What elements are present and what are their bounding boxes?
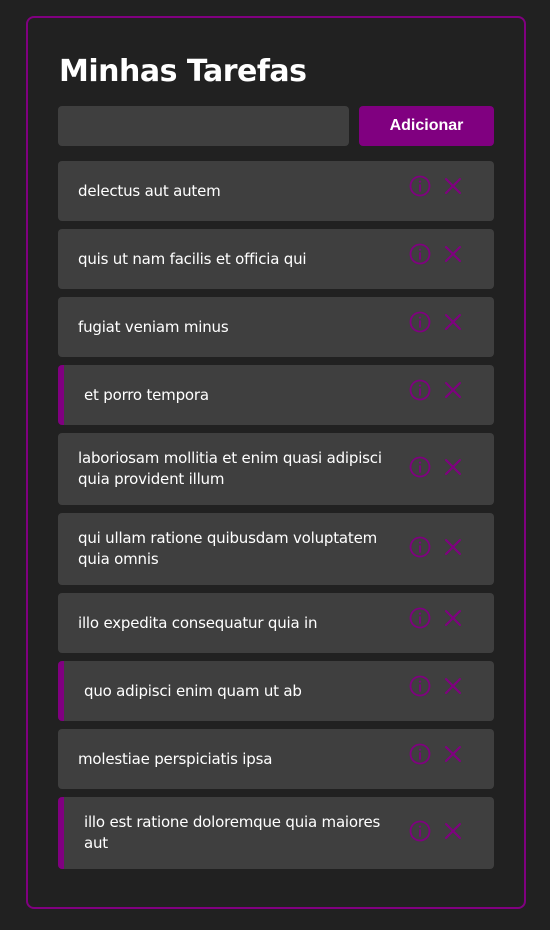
task-item[interactable]: qui ullam ratione quibusdam voluptatem q…: [58, 513, 494, 585]
task-actions: [408, 310, 466, 334]
close-icon[interactable]: [444, 177, 462, 195]
task-actions: [408, 674, 466, 698]
close-icon[interactable]: [444, 609, 462, 627]
task-list: delectus aut autem quis ut nam facilis e…: [58, 161, 494, 877]
page-title: Minhas Tarefas: [59, 54, 307, 89]
close-icon[interactable]: [444, 458, 462, 476]
add-task-form: Adicionar: [58, 106, 494, 146]
task-title: quo adipisci enim quam ut ab: [84, 681, 302, 700]
info-circle-icon[interactable]: [408, 606, 432, 630]
task-title: molestiae perspiciatis ipsa: [78, 749, 273, 768]
task-title: illo expedita consequatur quia in: [78, 613, 318, 632]
task-actions: [408, 606, 466, 630]
task-actions: [408, 742, 466, 766]
task-title: illo est ratione doloremque quia maiores…: [84, 813, 381, 852]
task-title: fugiat veniam minus: [78, 317, 229, 336]
task-item[interactable]: illo expedita consequatur quia in: [58, 593, 494, 653]
task-item-completed[interactable]: et porro tempora: [58, 365, 494, 425]
info-circle-icon[interactable]: [408, 310, 432, 334]
task-item[interactable]: laboriosam mollitia et enim quasi adipis…: [58, 433, 494, 505]
task-item[interactable]: delectus aut autem: [58, 161, 494, 221]
info-circle-icon[interactable]: [408, 742, 432, 766]
add-button[interactable]: Adicionar: [359, 106, 494, 146]
task-title: delectus aut autem: [78, 181, 221, 200]
close-icon[interactable]: [444, 313, 462, 331]
task-actions: [408, 455, 466, 479]
task-title: quis ut nam facilis et officia qui: [78, 249, 307, 268]
task-item[interactable]: fugiat veniam minus: [58, 297, 494, 357]
info-circle-icon[interactable]: [408, 378, 432, 402]
task-actions: [408, 242, 466, 266]
task-title: laboriosam mollitia et enim quasi adipis…: [78, 449, 382, 488]
close-icon[interactable]: [444, 538, 462, 556]
task-item-completed[interactable]: quo adipisci enim quam ut ab: [58, 661, 494, 721]
task-actions: [408, 535, 466, 559]
task-item[interactable]: quis ut nam facilis et officia qui: [58, 229, 494, 289]
task-input[interactable]: [58, 106, 349, 146]
task-title: et porro tempora: [84, 385, 209, 404]
task-item-completed[interactable]: illo est ratione doloremque quia maiores…: [58, 797, 494, 869]
close-icon[interactable]: [444, 745, 462, 763]
todo-container: Minhas Tarefas Adicionar delectus aut au…: [26, 16, 526, 909]
close-icon[interactable]: [444, 677, 462, 695]
info-circle-icon[interactable]: [408, 174, 432, 198]
info-circle-icon[interactable]: [408, 242, 432, 266]
info-circle-icon[interactable]: [408, 535, 432, 559]
task-actions: [408, 819, 466, 843]
info-circle-icon[interactable]: [408, 455, 432, 479]
info-circle-icon[interactable]: [408, 819, 432, 843]
close-icon[interactable]: [444, 381, 462, 399]
info-circle-icon[interactable]: [408, 674, 432, 698]
task-actions: [408, 378, 466, 402]
close-icon[interactable]: [444, 822, 462, 840]
close-icon[interactable]: [444, 245, 462, 263]
task-item[interactable]: molestiae perspiciatis ipsa: [58, 729, 494, 789]
task-actions: [408, 174, 466, 198]
task-title: qui ullam ratione quibusdam voluptatem q…: [78, 529, 378, 568]
